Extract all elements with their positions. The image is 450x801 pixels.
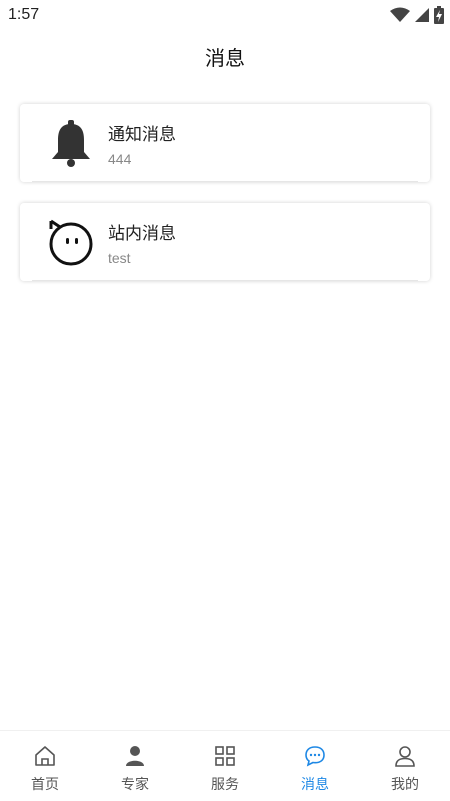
tab-label: 首页 [31, 777, 59, 793]
grid-icon [214, 745, 236, 767]
person-icon [124, 745, 146, 767]
tab-experts[interactable]: 专家 [90, 731, 180, 801]
tab-services[interactable]: 服务 [180, 731, 270, 801]
message-bubble-icon [304, 745, 326, 767]
message-title: 站内消息 [108, 224, 176, 244]
tab-messages[interactable]: 消息 [270, 731, 360, 801]
page-title: 消息 [205, 46, 245, 70]
status-time: 1:57 [8, 6, 40, 23]
message-card-inbox[interactable]: 站内消息 test [20, 203, 430, 281]
tab-me[interactable]: 我的 [360, 731, 450, 801]
tab-label: 专家 [121, 777, 149, 793]
bottom-tab-bar: 首页 专家 服务 消息 我的 [0, 730, 450, 801]
message-subtitle: 444 [108, 151, 132, 167]
tab-label: 服务 [211, 777, 239, 793]
card-divider [32, 280, 418, 281]
message-subtitle: test [108, 250, 131, 266]
message-title: 通知消息 [108, 125, 176, 145]
tab-home[interactable]: 首页 [0, 731, 90, 801]
card-divider [32, 181, 418, 182]
tab-label: 消息 [301, 777, 329, 793]
status-icons [390, 6, 444, 24]
battery-icon [434, 6, 444, 24]
wifi-icon [390, 7, 410, 23]
signal-icon [414, 7, 430, 23]
status-bar: 1:57 [0, 0, 450, 30]
message-card-notification[interactable]: 通知消息 444 [20, 104, 430, 182]
bell-icon [46, 118, 96, 168]
tab-label: 我的 [391, 777, 419, 793]
user-outline-icon [394, 745, 416, 767]
home-icon [34, 745, 56, 767]
chat-face-icon [46, 217, 96, 267]
